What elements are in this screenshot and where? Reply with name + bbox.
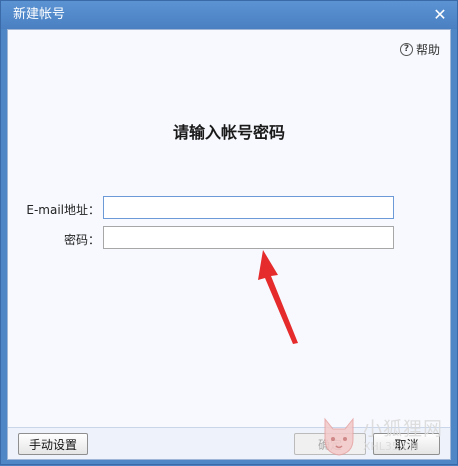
button-bar: 手动设置 确定 取消 bbox=[8, 427, 450, 459]
email-label: E-mail地址： bbox=[26, 203, 100, 217]
help-circle-icon: ? bbox=[399, 42, 413, 56]
manual-setup-button[interactable]: 手动设置 bbox=[18, 433, 88, 455]
page-title: 请输入帐号密码 bbox=[172, 123, 285, 142]
help-label: 帮助 bbox=[415, 42, 440, 57]
new-account-dialog: 新建帐号 ✕ ? 帮助 请输入帐号密码 E-mail地址： 密码： 手动设置 确… bbox=[0, 0, 458, 465]
email-field[interactable] bbox=[103, 196, 394, 219]
password-label: 密码： bbox=[63, 233, 100, 247]
ok-button[interactable]: 确定 bbox=[294, 433, 366, 455]
window-title: 新建帐号 bbox=[13, 7, 66, 22]
title-bar[interactable]: 新建帐号 ✕ bbox=[1, 1, 457, 29]
dialog-body: ? 帮助 请输入帐号密码 E-mail地址： 密码： 手动设置 确定 取消 bbox=[7, 29, 451, 460]
close-icon[interactable]: ✕ bbox=[431, 6, 449, 24]
cancel-button[interactable]: 取消 bbox=[373, 433, 440, 455]
help-link[interactable]: ? 帮助 bbox=[399, 41, 440, 57]
annotation-arrow-icon bbox=[258, 250, 298, 344]
